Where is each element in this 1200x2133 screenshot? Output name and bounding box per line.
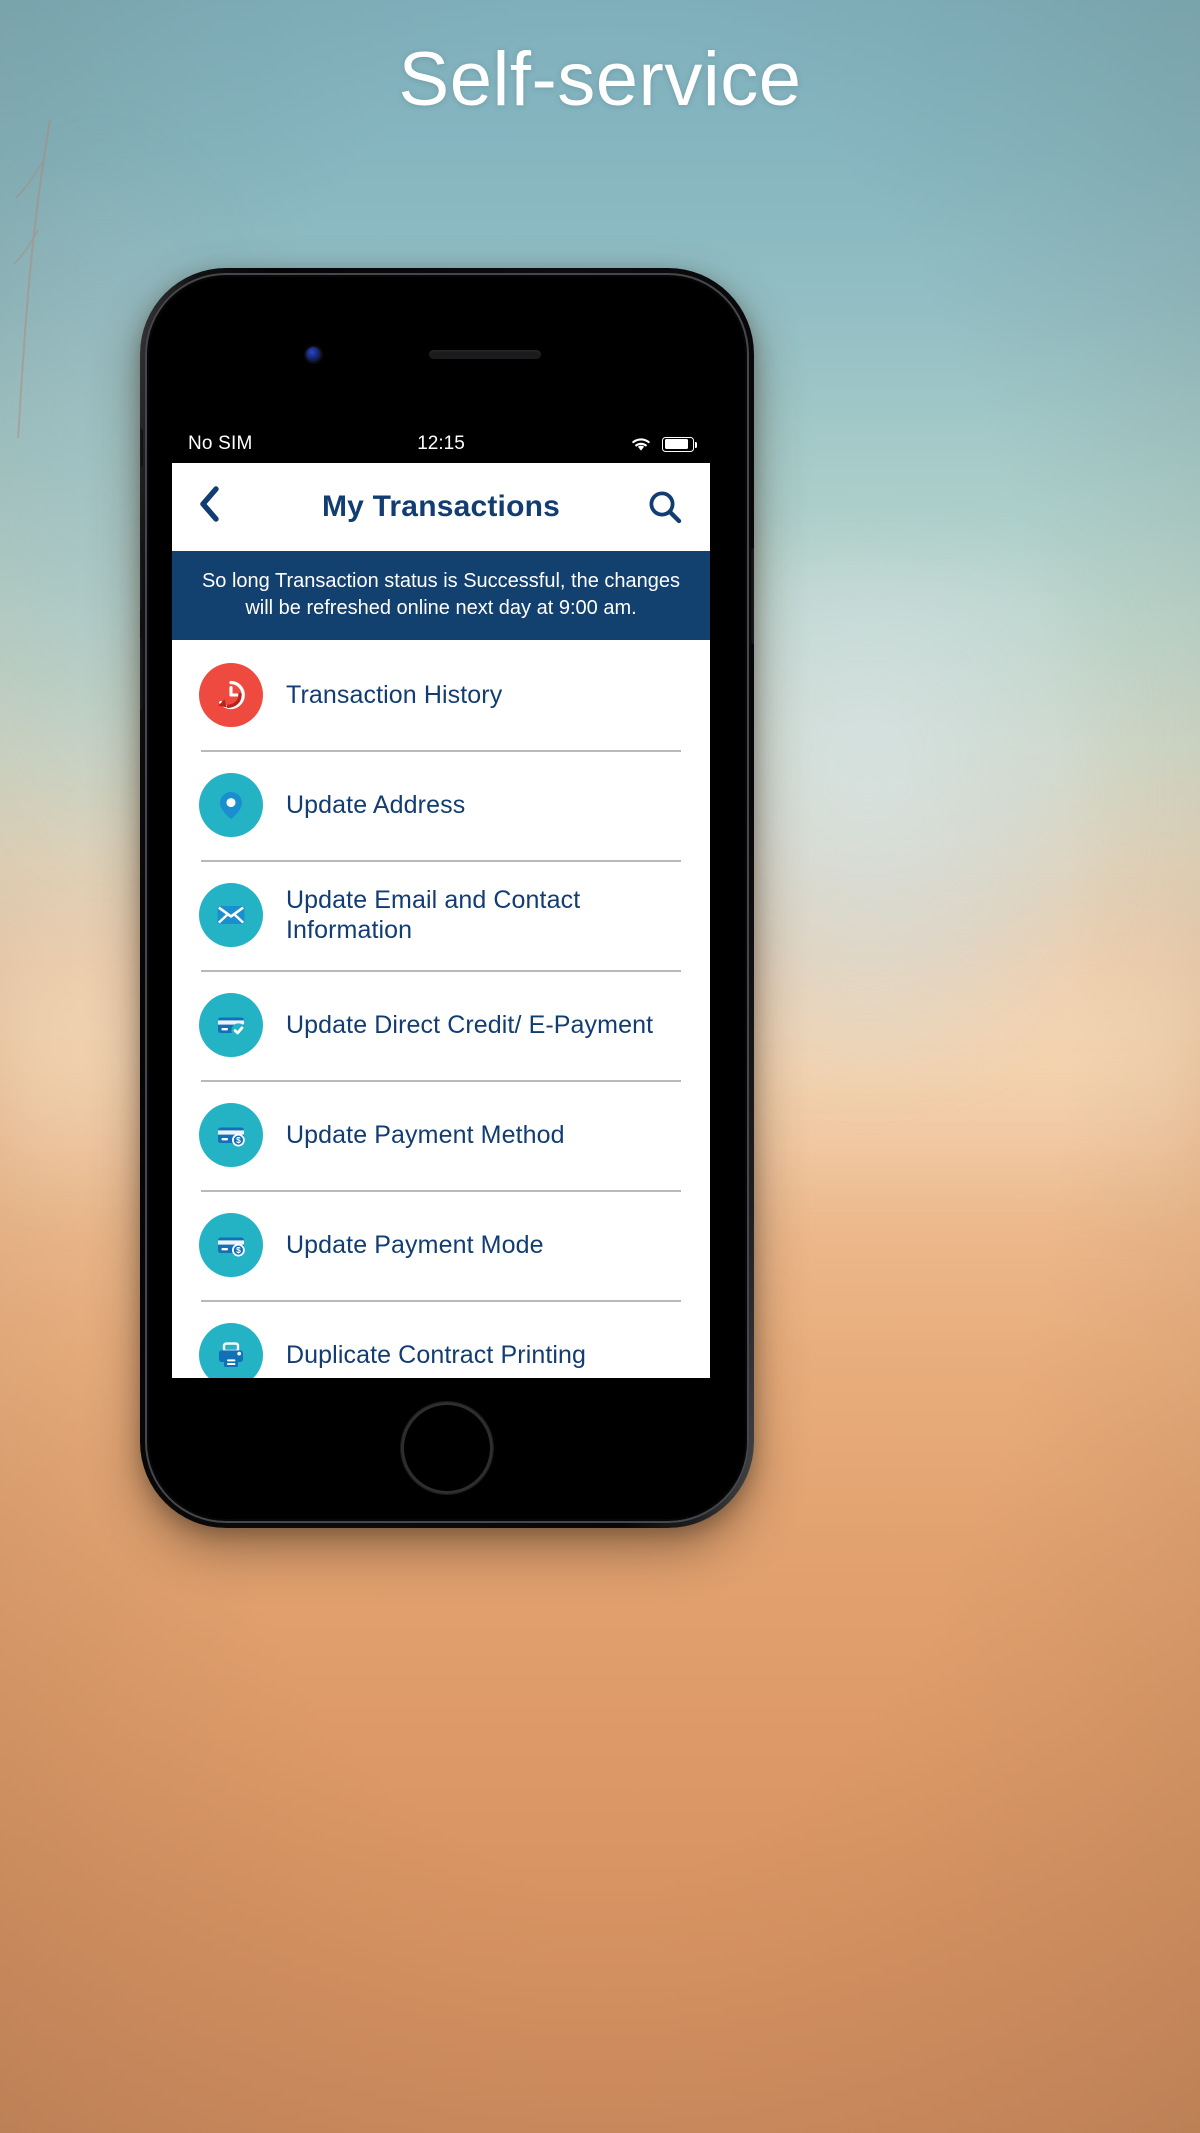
home-button[interactable]: [401, 1402, 493, 1494]
envelope-icon: [199, 883, 263, 948]
self-service-menu-list: Transaction History Update Address Updat…: [172, 640, 710, 1378]
silent-switch[interactable]: [140, 428, 143, 468]
app-nav-bar: My Transactions: [172, 463, 710, 551]
page-heading: My Transactions: [321, 490, 561, 523]
list-item-label: Update Payment Method: [286, 1120, 565, 1149]
history-clock-icon: [199, 663, 263, 728]
credit-card-dollar-icon: $: [199, 1103, 263, 1168]
phone-device: No SIM 12:15 My Transactions So long Tra…: [140, 268, 754, 1528]
phone-screen: No SIM 12:15 My Transactions So long Tra…: [172, 425, 710, 1378]
chevron-left-icon: [200, 485, 219, 522]
list-item[interactable]: Transaction History: [172, 640, 710, 750]
list-item-label: Update Direct Credit/ E-Payment: [286, 1010, 654, 1039]
credit-card-check-icon: [199, 993, 263, 1058]
front-camera: [306, 347, 321, 362]
info-banner: So long Transaction status is Successful…: [172, 551, 710, 641]
list-item-label: Update Email and Contact Information: [286, 885, 581, 945]
printer-icon: [199, 1323, 263, 1378]
search-button[interactable]: [646, 488, 684, 526]
search-icon: [649, 491, 682, 524]
volume-up-button[interactable]: [140, 638, 143, 710]
location-pin-icon: [199, 773, 263, 838]
earpiece-speaker: [429, 350, 541, 359]
list-item-label: Duplicate Contract Printing: [286, 1340, 587, 1369]
list-item-label: Update Payment Mode: [286, 1230, 544, 1259]
list-item[interactable]: Update Address: [172, 750, 710, 860]
list-item[interactable]: $ Update Payment Mode: [172, 1190, 710, 1300]
back-button[interactable]: [198, 485, 242, 530]
svg-text:$: $: [236, 1135, 241, 1145]
list-item[interactable]: Update Direct Credit/ E-Payment: [172, 970, 710, 1080]
status-bar: No SIM 12:15: [172, 425, 710, 463]
page-title: Self-service: [398, 37, 802, 122]
svg-text:$: $: [236, 1245, 241, 1255]
wifi-icon: [632, 438, 650, 451]
list-item-label: Update Address: [286, 790, 466, 819]
battery-icon: [662, 436, 698, 452]
power-button[interactable]: [751, 548, 754, 644]
list-item[interactable]: $ Update Payment Method: [172, 1080, 710, 1190]
list-item[interactable]: Duplicate Contract Printing: [172, 1300, 710, 1378]
credit-card-dollar-icon: $: [199, 1213, 263, 1278]
list-item-label: Transaction History: [286, 680, 503, 709]
volume-down-button[interactable]: [140, 538, 143, 610]
list-item[interactable]: Update Email and Contact Information: [172, 860, 710, 970]
